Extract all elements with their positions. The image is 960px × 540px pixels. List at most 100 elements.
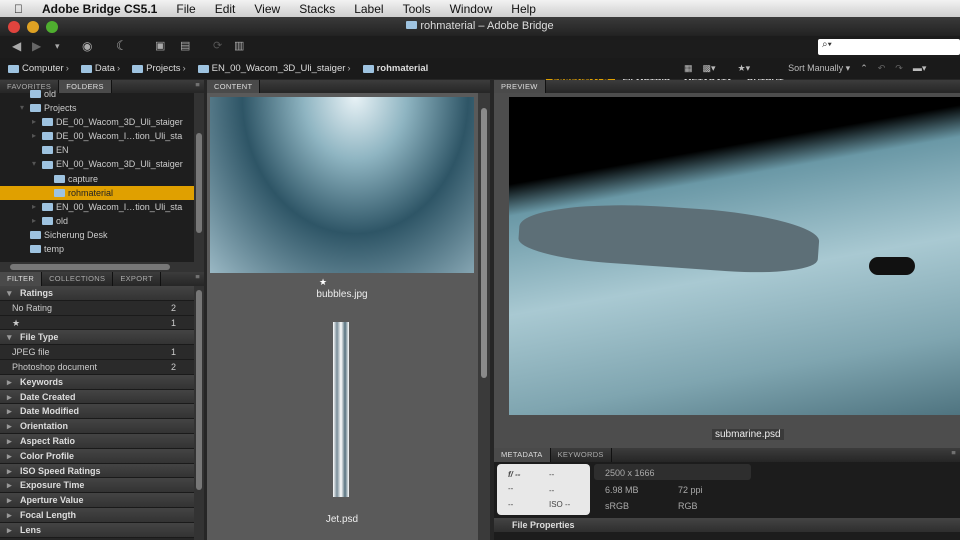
- filter-category[interactable]: Date Modified: [0, 404, 194, 420]
- thumbnail-bubbles[interactable]: [210, 97, 474, 273]
- disclosure-icon[interactable]: ▸: [32, 200, 42, 214]
- minimize-window-button[interactable]: [27, 21, 39, 33]
- folder-item[interactable]: Sicherung Desk: [0, 228, 194, 242]
- breadcrumb-item[interactable]: Data ›: [80, 63, 126, 74]
- disclosure-icon[interactable]: ▸: [32, 129, 42, 143]
- thumbnail-quality-icon[interactable]: ▦: [684, 63, 693, 74]
- filter-item[interactable]: JPEG file 1: [0, 345, 194, 360]
- zoom-window-button[interactable]: [46, 21, 58, 33]
- app-menu[interactable]: Adobe Bridge CS5.1: [42, 2, 157, 16]
- tab-metadata[interactable]: METADATA: [494, 448, 551, 462]
- menu-stacks[interactable]: Stacks: [299, 2, 335, 16]
- panel-menu-icon[interactable]: ≡: [951, 448, 960, 462]
- disclosure-icon[interactable]: ▸: [32, 115, 42, 129]
- filter-category[interactable]: Keywords: [0, 374, 194, 390]
- refine-icon[interactable]: ▤: [180, 39, 190, 52]
- preview-image[interactable]: [509, 97, 960, 415]
- filter-category[interactable]: Date Created: [0, 389, 194, 405]
- filter-category[interactable]: Exposure Time: [0, 478, 194, 494]
- filter-count: 1: [170, 347, 176, 358]
- filter-category[interactable]: Aperture Value: [0, 493, 194, 508]
- folder-item[interactable]: capture: [0, 172, 194, 186]
- filter-category[interactable]: Lens: [0, 522, 194, 538]
- folder-item[interactable]: ▾ EN_00_Wacom_3D_Uli_staiger: [0, 157, 194, 171]
- folder-item[interactable]: EN: [0, 143, 194, 157]
- folders-hscrollbar[interactable]: [0, 262, 204, 272]
- open-in-icon[interactable]: ▥: [234, 39, 244, 52]
- new-folder-icon[interactable]: ▬▾: [913, 63, 927, 74]
- filter-category[interactable]: Aspect Ratio: [0, 433, 194, 449]
- filter-item[interactable]: Photoshop document 2: [0, 359, 194, 375]
- breadcrumb-item[interactable]: rohmaterial: [362, 63, 428, 74]
- rating-filter-icon[interactable]: ★▾: [738, 63, 751, 74]
- tab-filter[interactable]: FILTER: [0, 272, 43, 286]
- folder-item[interactable]: ▸ DE_00_Wacom_3D_Uli_staiger: [0, 115, 194, 129]
- recent-dropdown-icon[interactable]: ▾: [55, 41, 60, 52]
- folder-label: DE_00_Wacom_I…tion_Uli_sta: [56, 131, 183, 142]
- filter-category[interactable]: File Type: [0, 330, 194, 346]
- tab-preview[interactable]: PREVIEW: [494, 80, 546, 93]
- forward-icon[interactable]: ▶: [32, 39, 41, 53]
- panel-menu-icon[interactable]: ≡: [195, 272, 204, 286]
- menu-file[interactable]: File: [176, 2, 195, 16]
- boomerang-icon[interactable]: ☾: [116, 38, 128, 54]
- disclosure-icon[interactable]: ▸: [32, 214, 42, 228]
- camera-data: f/ -- -- -- -- -- ISO --: [497, 464, 590, 515]
- breadcrumb-item[interactable]: Computer ›: [8, 63, 75, 74]
- thumbnail-label[interactable]: bubbles.jpg: [207, 289, 477, 300]
- tab-keywords[interactable]: KEYWORDS: [551, 448, 612, 462]
- menu-window[interactable]: Window: [450, 2, 493, 16]
- rotate-right-icon[interactable]: ↷: [895, 63, 903, 74]
- back-icon[interactable]: ◀: [12, 39, 21, 53]
- thumbnail-jet[interactable]: [333, 322, 349, 497]
- folder-item[interactable]: ▸ old: [0, 214, 194, 228]
- menu-edit[interactable]: Edit: [215, 2, 236, 16]
- filter-item[interactable]: No Rating 2: [0, 300, 194, 316]
- search-input[interactable]: ⌕▾: [818, 39, 960, 55]
- panel-menu-icon[interactable]: ≡: [195, 80, 204, 93]
- rotate-icon[interactable]: ⟳: [213, 39, 222, 52]
- menu-view[interactable]: View: [254, 2, 280, 16]
- tab-folders[interactable]: FOLDERS: [59, 80, 112, 93]
- folder-item[interactable]: rohmaterial: [0, 185, 194, 200]
- filter-category[interactable]: Ratings: [0, 286, 194, 301]
- view-mode-icon[interactable]: ▩▾: [703, 63, 716, 74]
- folder-label: capture: [68, 173, 99, 184]
- filter-scrollbar[interactable]: [194, 286, 204, 540]
- folder-item[interactable]: ▸ EN_00_Wacom_I…tion_Uli_sta: [0, 200, 194, 214]
- rating-stars[interactable]: ★: [319, 277, 327, 288]
- breadcrumb-item[interactable]: Projects ›: [132, 63, 192, 74]
- menu-bar:  Adobe Bridge CS5.1 File Edit View Stacks L…: [0, 0, 960, 17]
- reveal-icon[interactable]: ◉: [82, 39, 92, 53]
- folder-icon: [8, 64, 19, 73]
- tab-collections[interactable]: COLLECTIONS: [42, 272, 114, 286]
- close-window-button[interactable]: [8, 21, 20, 33]
- tab-export[interactable]: EXPORT: [113, 272, 161, 286]
- title-bar: rohmaterial – Adobe Bridge: [0, 17, 960, 36]
- tab-content[interactable]: CONTENT: [207, 80, 261, 93]
- folder-item[interactable]: ▸ DE_00_Wacom_I…tion_Uli_sta: [0, 129, 194, 143]
- disclosure-icon[interactable]: ▾: [32, 157, 42, 171]
- filter-category[interactable]: ISO Speed Ratings: [0, 463, 194, 479]
- folder-item[interactable]: temp: [0, 242, 194, 256]
- sort-dropdown[interactable]: Sort Manually ▾: [788, 63, 850, 74]
- thumbnail-label[interactable]: Jet.psd: [207, 514, 477, 525]
- camera-icon[interactable]: ▣: [155, 39, 165, 52]
- file-properties-section[interactable]: File Properties: [494, 518, 960, 532]
- sort-direction-icon[interactable]: ⌃: [860, 63, 868, 74]
- breadcrumb-item[interactable]: EN_00_Wacom_3D_Uli_staiger ›: [197, 63, 357, 74]
- filter-category[interactable]: Color Profile: [0, 448, 194, 464]
- content-scrollbar[interactable]: [478, 93, 490, 540]
- filter-category[interactable]: Orientation: [0, 419, 194, 434]
- folder-label: old: [56, 215, 69, 226]
- filter-category[interactable]: Focal Length: [0, 507, 194, 523]
- menu-label[interactable]: Label: [354, 2, 383, 16]
- rotate-left-icon[interactable]: ↶: [878, 63, 886, 74]
- menu-help[interactable]: Help: [511, 2, 536, 16]
- filter-item[interactable]: ★ 1: [0, 315, 194, 331]
- disclosure-icon[interactable]: ▾: [20, 101, 30, 115]
- apple-icon[interactable]: : [14, 2, 23, 16]
- folders-scrollbar[interactable]: [194, 93, 204, 263]
- folder-item[interactable]: ▾ Projects: [0, 101, 194, 115]
- menu-tools[interactable]: Tools: [403, 2, 431, 16]
